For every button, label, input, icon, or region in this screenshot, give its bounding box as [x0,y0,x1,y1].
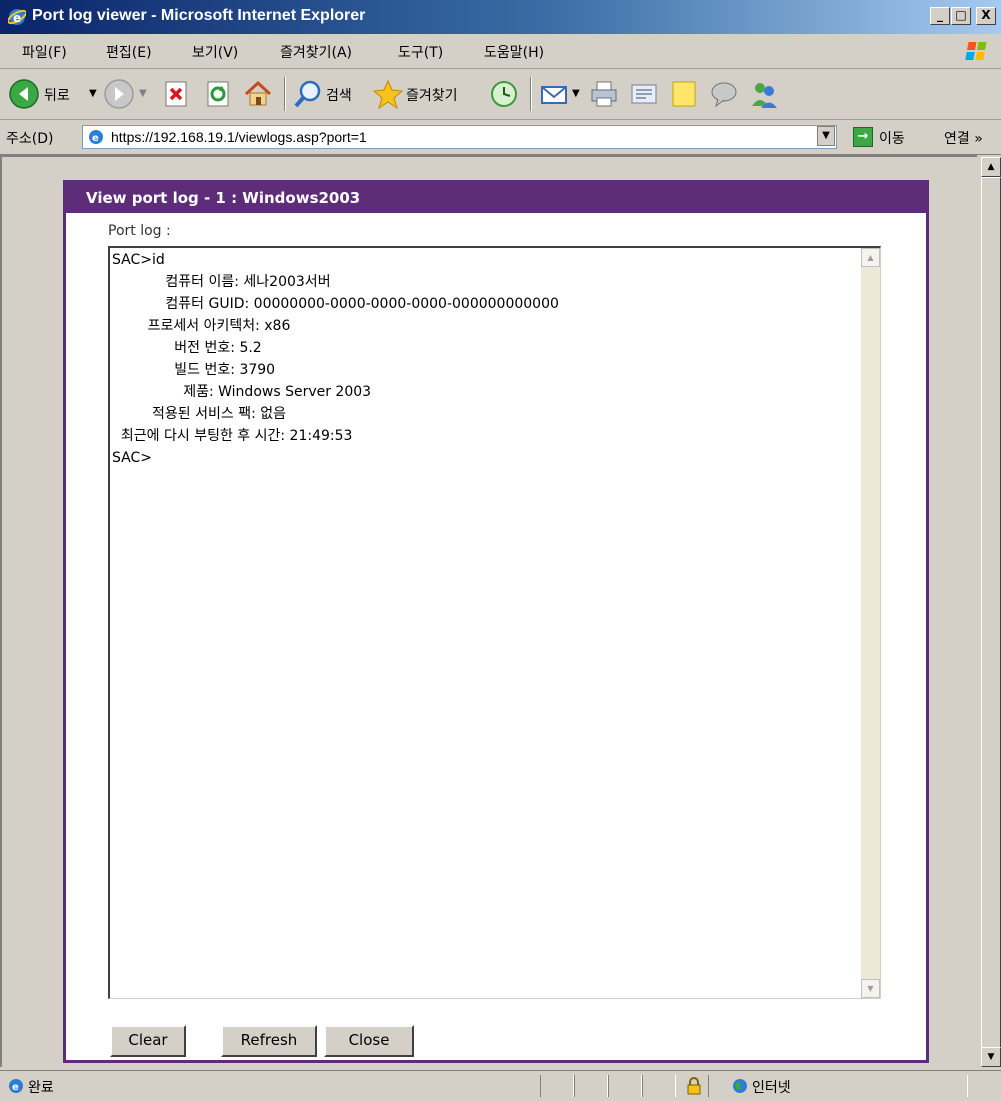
mail-icon[interactable] [538,78,570,110]
page-scrollbar[interactable]: ▲ ▼ [981,157,1001,1067]
status-pane [642,1075,676,1097]
log-scrollbar[interactable]: ▲ ▼ [861,248,880,998]
address-url[interactable]: https://192.168.19.1/viewlogs.asp?port=1 [111,129,367,145]
back-arrow-icon[interactable] [8,78,40,110]
internet-globe-icon [733,1079,747,1093]
status-text: 완료 [28,1080,54,1096]
scroll-down-icon[interactable]: ▼ [981,1047,1001,1067]
edit-icon[interactable] [628,78,660,110]
port-log-panel: View port log - 1 : Windows2003 Port log… [63,180,929,1063]
menu-file[interactable]: 파일(F) [22,42,67,62]
maximize-button[interactable]: □ [951,7,971,25]
port-log-text: SAC>id 컴퓨터 이름: 세나2003서버 컴퓨터 GUID: 000000… [112,252,559,466]
internet-explorer-icon: e [8,9,26,25]
security-zone: 인터넷 [752,1080,791,1096]
menu-help[interactable]: 도움말(H) [484,42,544,62]
scroll-up-icon[interactable]: ▲ [981,157,1001,177]
menu-view[interactable]: 보기(V) [192,42,238,62]
status-pane [608,1075,642,1097]
status-pane [574,1075,608,1097]
go-arrow-icon[interactable]: → [853,127,873,147]
windows-logo-icon [965,42,987,60]
svg-text:e: e [92,133,99,144]
discuss-icon[interactable] [708,78,740,110]
scroll-thumb[interactable] [981,177,1001,1052]
port-log-textarea[interactable]: SAC>id 컴퓨터 이름: 세나2003서버 컴퓨터 GUID: 000000… [108,246,881,999]
close-button[interactable]: Close [324,1025,414,1057]
port-log-label: Port log : [108,223,171,239]
address-bar: 주소(D) e https://192.168.19.1/viewlogs.as… [0,120,1001,155]
status-pane [540,1075,574,1097]
forward-arrow-icon[interactable] [103,78,135,110]
menu-bar: 파일(F) 편집(E) 보기(V) 즐겨찾기(A) 도구(T) 도움말(H) [0,34,1001,69]
menu-edit[interactable]: 편집(E) [106,42,152,62]
mail-dropdown-icon[interactable]: ▼ [572,88,580,99]
note-icon[interactable] [668,78,700,110]
messenger-icon[interactable] [748,78,780,110]
status-bar: e 완료 인터넷 [0,1070,1001,1101]
panel-title: View port log - 1 : Windows2003 [86,189,361,207]
address-label: 주소(D) [6,131,54,147]
svg-text:e: e [12,1082,19,1093]
links-button[interactable]: 연결 » [944,128,983,148]
search-icon[interactable] [292,78,324,110]
toolbar-separator [284,77,286,111]
clear-button[interactable]: Clear [110,1025,186,1057]
standard-toolbar: 뒤로 ▼ ▼ 검색 즐겨찾기 ▼ [0,69,1001,120]
svg-text:e: e [13,11,21,25]
menu-favorites[interactable]: 즐겨찾기(A) [280,42,352,62]
minimize-button[interactable]: _ [930,7,950,25]
menu-tools[interactable]: 도구(T) [398,42,443,62]
toolbar-separator [530,77,532,111]
window-title-bar[interactable]: e Port log viewer - Microsoft Internet E… [0,0,1001,34]
refresh-icon[interactable] [202,78,234,110]
page-done-icon: e [9,1079,23,1093]
back-label[interactable]: 뒤로 [44,85,70,105]
print-icon[interactable] [588,78,620,110]
forward-dropdown-icon[interactable]: ▼ [139,88,147,99]
search-label[interactable]: 검색 [326,85,352,105]
window-title: Port log viewer - Microsoft Internet Exp… [32,7,366,24]
history-icon[interactable] [488,78,520,110]
favorites-label[interactable]: 즐겨찾기 [406,85,458,105]
panel-header: View port log - 1 : Windows2003 [66,183,926,213]
refresh-button[interactable]: Refresh [221,1025,317,1057]
log-scroll-down-icon[interactable]: ▼ [861,979,880,998]
address-dropdown-icon[interactable]: ▼ [817,126,835,146]
address-input[interactable]: e https://192.168.19.1/viewlogs.asp?port… [82,125,837,149]
home-icon[interactable] [242,78,274,110]
back-dropdown-icon[interactable]: ▼ [89,88,97,99]
lock-icon[interactable] [686,1077,702,1095]
page-icon: e [89,130,103,144]
close-window-button[interactable]: X [976,7,996,25]
log-scroll-up-icon[interactable]: ▲ [861,248,880,267]
stop-icon[interactable] [160,78,192,110]
go-button[interactable]: 이동 [879,128,905,148]
favorites-star-icon[interactable] [372,78,404,110]
